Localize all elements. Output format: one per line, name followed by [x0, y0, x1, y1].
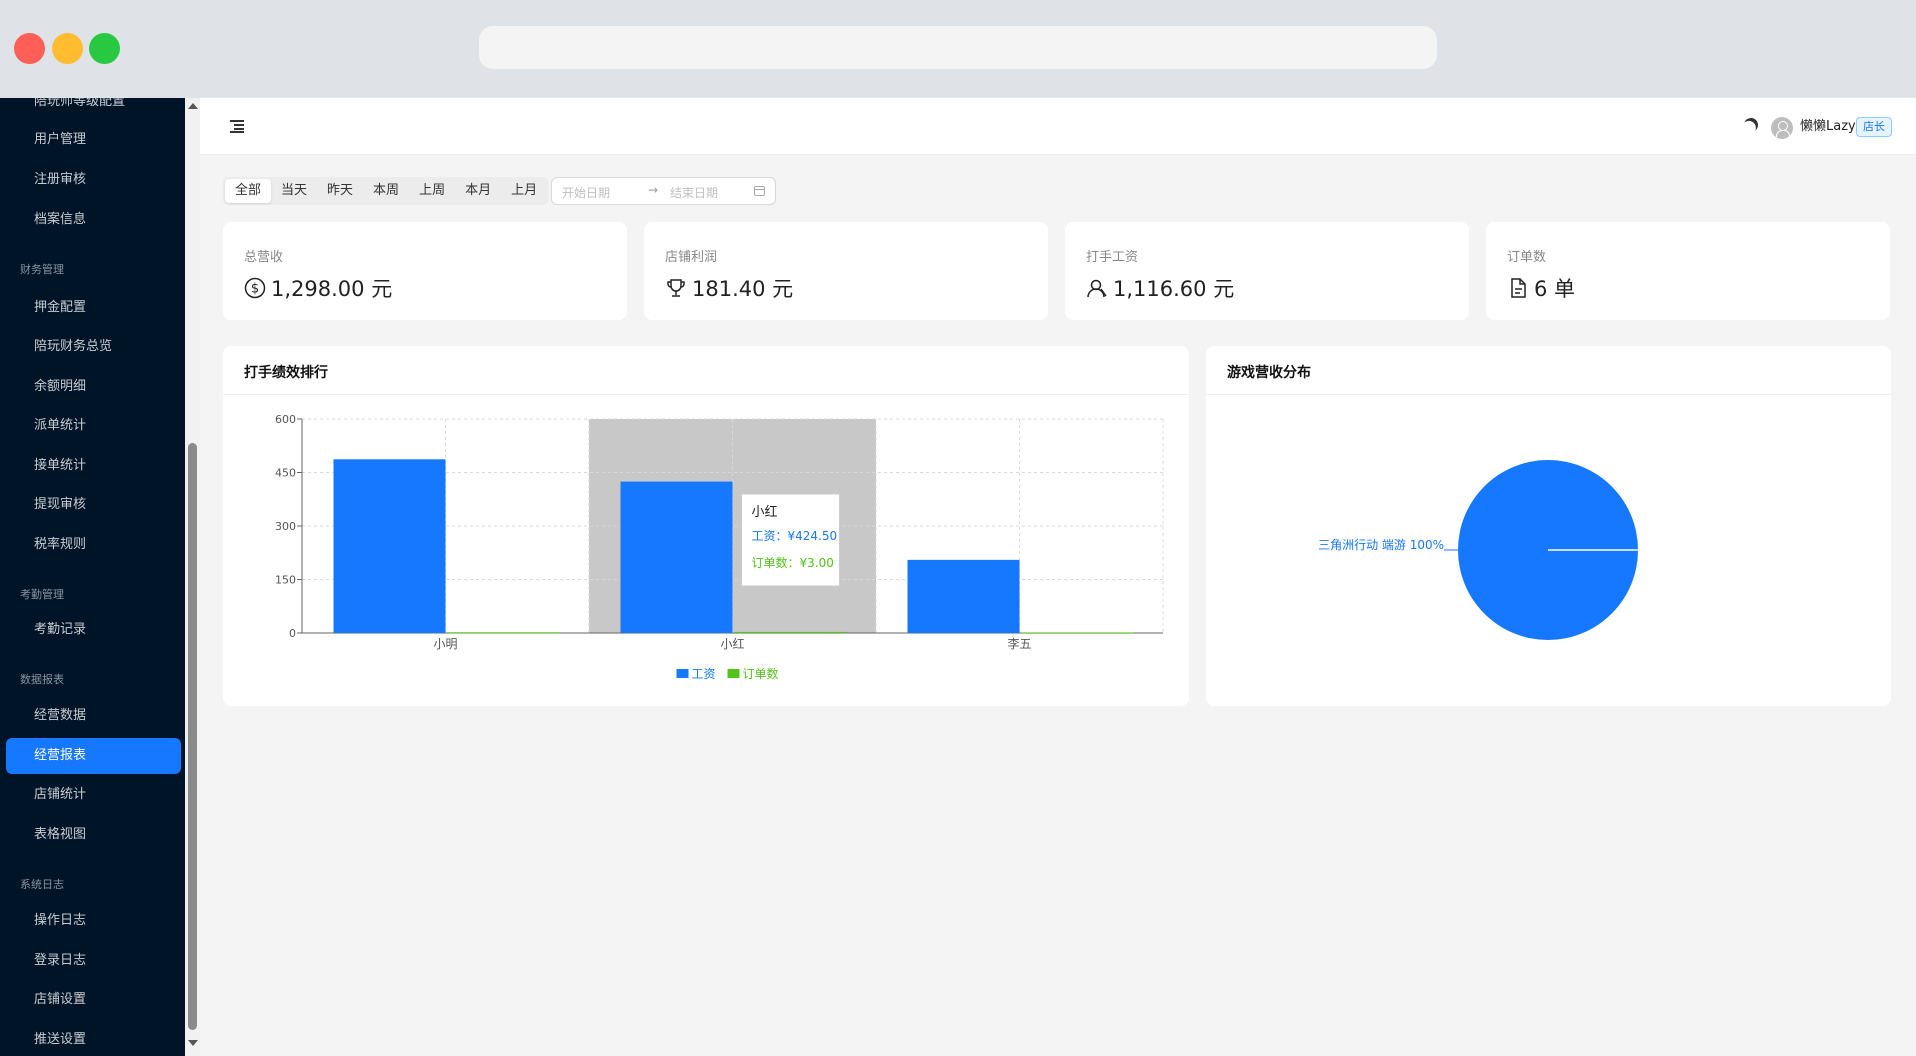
sidebar-item-withdraw-review[interactable]: 提现审核 — [6, 487, 181, 523]
date-range-arrow-icon: → — [648, 183, 659, 197]
sidebar-item-finance-overview[interactable]: 陪玩财务总览 — [6, 329, 181, 365]
users-icon — [1087, 279, 1107, 298]
sidebar-group-reports: 数据报表 — [20, 673, 64, 686]
sidebar-item-balance-details[interactable]: 余额明细 — [6, 369, 181, 405]
stat-title: 打手工资 — [1086, 250, 1139, 265]
period-all-button[interactable]: 全部 — [225, 179, 272, 203]
y-tick-label: 150 — [275, 574, 296, 587]
file-icon — [1511, 278, 1526, 298]
sidebar-item-store-stats[interactable]: 店铺统计 — [6, 777, 181, 813]
pie-label: 三角洲行动 端游 100% — [1318, 538, 1444, 552]
user-name[interactable]: 懒懒Lazy — [1800, 117, 1856, 137]
sidebar-item-dispatch-stats[interactable]: 派单统计 — [6, 408, 181, 444]
stat-card-total-revenue: 总营收 $ 1,298.00 元 — [223, 222, 627, 320]
sidebar-item-business-report[interactable]: 经营报表 — [6, 738, 181, 774]
dollar-circle-icon: $ — [244, 277, 266, 299]
sidebar-item-user-management[interactable]: 用户管理 — [6, 122, 181, 158]
game-revenue-card: 游戏营收分布 三角洲行动 端游 100% — [1206, 346, 1891, 706]
period-today-button[interactable]: 当天 — [271, 179, 317, 203]
bar-wage — [620, 481, 733, 633]
period-yesterday-button[interactable]: 昨天 — [317, 179, 363, 203]
start-date-input[interactable]: 开始日期 — [562, 184, 610, 201]
maximize-window-button[interactable] — [89, 33, 120, 64]
bar-orders — [1021, 632, 1134, 634]
sidebar-item-operation-logs[interactable]: 操作日志 — [6, 903, 181, 939]
stat-value: 6 单 — [1534, 277, 1576, 301]
y-tick-label: 300 — [275, 520, 296, 533]
period-this-week-button[interactable]: 本周 — [363, 179, 409, 203]
sidebar-item-deposit-config[interactable]: 押金配置 — [6, 290, 181, 326]
stat-value: 1,298.00 元 — [271, 277, 393, 301]
legend-label: 订单数 — [743, 666, 779, 681]
sidebar-item-companion-level-config[interactable]: 陪玩师等级配置 — [6, 98, 181, 120]
menu-fold-icon[interactable] — [230, 120, 244, 133]
bar-orders — [447, 632, 560, 634]
tooltip-line: 工资：¥424.50 — [752, 529, 838, 543]
moon-icon[interactable] — [1742, 116, 1760, 134]
sidebar-group-system-logs: 系统日志 — [20, 878, 64, 891]
stat-title: 店铺利润 — [665, 250, 718, 265]
stat-title: 订单数 — [1507, 250, 1547, 265]
sidebar-item-table-view[interactable]: 表格视图 — [6, 817, 181, 853]
legend-label: 工资 — [692, 667, 716, 681]
stat-title: 总营收 — [244, 250, 284, 265]
y-tick-label: 0 — [289, 627, 296, 640]
y-tick-label: 450 — [275, 467, 296, 480]
stat-value: 181.40 元 — [692, 277, 794, 301]
sidebar-item-business-data[interactable]: 经营数据 — [6, 698, 181, 734]
stat-card-store-profit: 店铺利润 181.40 元 — [644, 222, 1048, 320]
sidebar-item-login-logs[interactable]: 登录日志 — [6, 943, 181, 979]
bar-orders — [734, 631, 847, 633]
period-last-month-button[interactable]: 上月 — [501, 179, 547, 203]
x-tick-label: 小明 — [433, 637, 457, 651]
sidebar-group-finance: 财务管理 — [20, 263, 64, 276]
sidebar-item-push-settings[interactable]: 推送设置 — [6, 1022, 181, 1056]
legend-swatch — [727, 669, 740, 678]
scroll-down-icon[interactable] — [188, 1040, 198, 1046]
app-window: 陪玩师等级配置 用户管理 注册审核 档案信息 财务管理 押金配置 陪玩财务总览 … — [0, 98, 1916, 1056]
sidebar-group-attendance: 考勤管理 — [20, 588, 64, 601]
period-segmented-control: 全部 当天 昨天 本周 上周 本月 上月 — [223, 177, 550, 205]
game-revenue-pie-chart: 三角洲行动 端游 100% — [1318, 460, 1638, 640]
stat-card-player-wages: 打手工资 1,116.60 元 — [1065, 222, 1469, 320]
end-date-input[interactable]: 结束日期 — [670, 184, 718, 201]
chart-tooltip: 小红工资：¥424.50 订单数：¥3.00 — [741, 493, 840, 587]
close-window-button[interactable] — [14, 33, 45, 64]
tooltip-title: 小红 — [752, 504, 778, 520]
role-badge: 店长 — [1856, 117, 1892, 137]
sidebar-item-accept-stats[interactable]: 接单统计 — [6, 448, 181, 484]
period-last-week-button[interactable]: 上周 — [409, 179, 455, 203]
avatar[interactable] — [1771, 117, 1793, 139]
date-range-picker[interactable]: 开始日期 → 结束日期 — [551, 177, 776, 205]
sidebar-scrollbar[interactable] — [185, 98, 200, 1056]
top-header: 懒懒Lazy 店长 — [200, 98, 1916, 155]
sidebar-item-profile-info[interactable]: 档案信息 — [6, 202, 181, 238]
calendar-icon[interactable] — [754, 186, 765, 196]
sidebar-item-attendance-records[interactable]: 考勤记录 — [6, 612, 181, 648]
sidebar-item-tax-rules[interactable]: 税率规则 — [6, 527, 181, 563]
trophy-icon — [667, 279, 685, 297]
x-tick-label: 小红 — [720, 636, 744, 651]
period-this-month-button[interactable]: 本月 — [455, 179, 501, 203]
y-tick-label: 600 — [275, 413, 296, 426]
sidebar-item-registration-review[interactable]: 注册审核 — [6, 162, 181, 198]
browser-titlebar — [0, 0, 1916, 98]
stat-card-order-count: 订单数 6 单 — [1486, 222, 1890, 320]
legend-swatch — [676, 669, 689, 678]
scroll-up-icon[interactable] — [188, 103, 198, 109]
bar-wage — [333, 459, 446, 633]
tooltip-line: 订单数：¥3.00 — [752, 555, 834, 570]
stat-value: 1,116.60 元 — [1113, 277, 1235, 301]
performance-ranking-card: 打手绩效排行 600 450 300 150 0 小明 小红 李五 工资 订单数 小红 工资：¥424… — [223, 346, 1189, 706]
address-bar[interactable] — [479, 26, 1437, 69]
bar-wage — [907, 559, 1020, 633]
performance-bar-chart: 6004503001500小明 小红 李五工资 订单数小红工资：¥424.50订单数：… — [275, 413, 1164, 681]
minimize-window-button[interactable] — [52, 33, 83, 64]
svg-text:$: $ — [251, 282, 259, 297]
scrollbar-thumb[interactable] — [188, 443, 197, 1030]
sidebar: 陪玩师等级配置 用户管理 注册审核 档案信息 财务管理 押金配置 陪玩财务总览 … — [0, 98, 185, 1056]
sidebar-item-store-settings[interactable]: 店铺设置 — [6, 982, 181, 1018]
x-tick-label: 李五 — [1007, 636, 1031, 651]
